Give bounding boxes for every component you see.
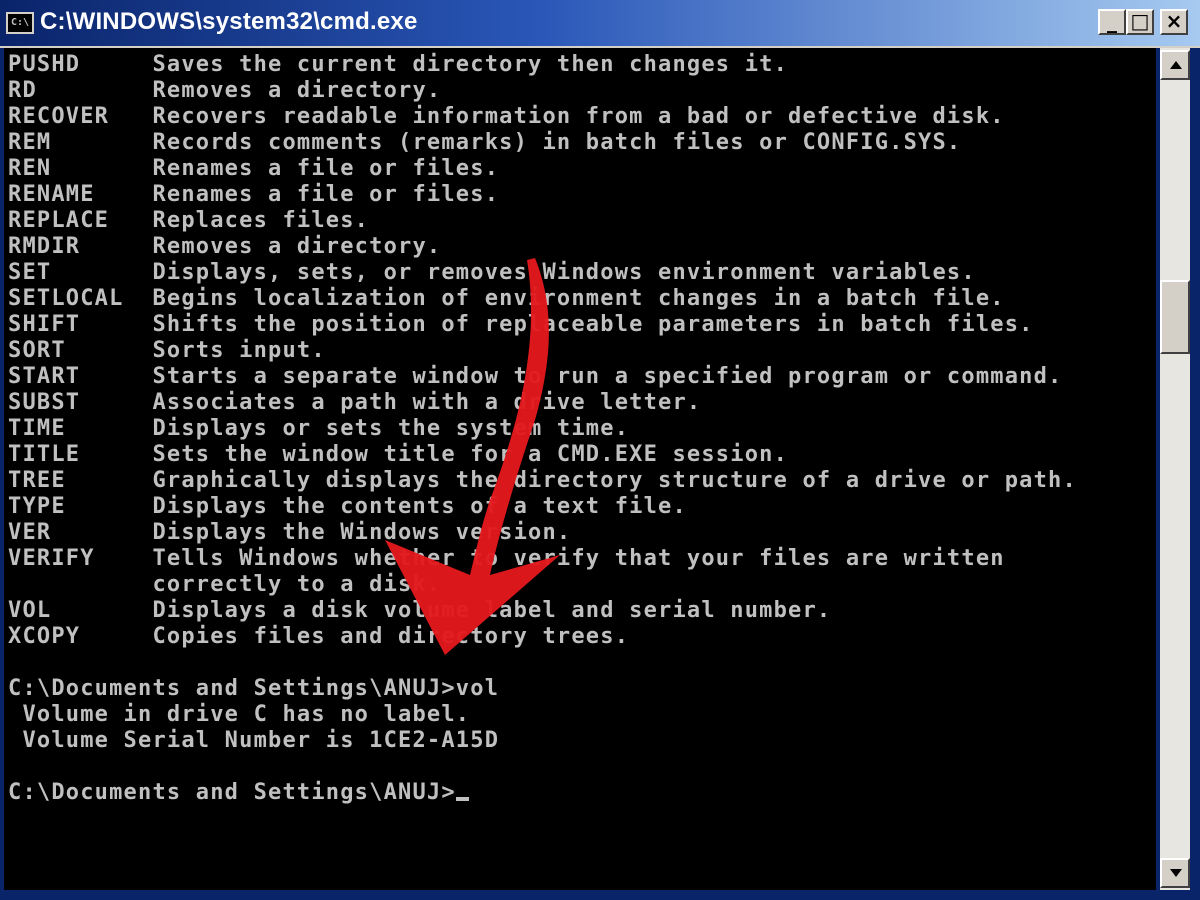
console-line: C:\Documents and Settings\ANUJ>vol: [8, 676, 500, 701]
scroll-down-arrow-icon: [1170, 869, 1182, 877]
console-line: PUSHD Saves the current directory then c…: [8, 52, 789, 77]
console-line: SORT Sorts input.: [8, 338, 326, 363]
console-line: TITLE Sets the window title for a CMD.EX…: [8, 442, 789, 467]
console-line: SUBST Associates a path with a drive let…: [8, 390, 702, 415]
console-line: RENAME Renames a file or files.: [8, 182, 500, 207]
console-line: TYPE Displays the contents of a text fil…: [8, 494, 687, 519]
scroll-up-arrow-icon: [1170, 61, 1182, 69]
console-line: START Starts a separate window to run a …: [8, 364, 1063, 389]
minimize-button[interactable]: _: [1098, 9, 1126, 35]
text-cursor: [455, 797, 469, 801]
console-line: VERIFY Tells Windows whether to verify t…: [8, 546, 1005, 571]
console-line: TIME Displays or sets the system time.: [8, 416, 630, 441]
console-line: RMDIR Removes a directory.: [8, 234, 442, 259]
console-line: REN Renames a file or files.: [8, 156, 500, 181]
cmd-window: C:\ C:\WINDOWS\system32\cmd.exe _ □ × PU…: [0, 0, 1200, 900]
console-line: RD Removes a directory.: [8, 78, 442, 103]
console-line: TREE Graphically displays the directory …: [8, 468, 1077, 493]
console-line: Volume Serial Number is 1CE2-A15D: [8, 728, 500, 753]
title-bar[interactable]: C:\ C:\WINDOWS\system32\cmd.exe _ □ ×: [0, 0, 1200, 48]
scroll-up-button[interactable]: [1160, 50, 1190, 80]
window-title: C:\WINDOWS\system32\cmd.exe: [40, 8, 418, 35]
console-output[interactable]: PUSHD Saves the current directory then c…: [4, 48, 1156, 890]
console-line: REM Records comments (remarks) in batch …: [8, 130, 962, 155]
console-line: correctly to a disk.: [8, 572, 442, 597]
console-line: RECOVER Recovers readable information fr…: [8, 104, 1005, 129]
maximize-button[interactable]: □: [1126, 9, 1154, 35]
console-line: Volume in drive C has no label.: [8, 702, 471, 727]
command-prompt[interactable]: C:\Documents and Settings\ANUJ>: [8, 780, 1077, 806]
vertical-scrollbar[interactable]: [1160, 48, 1190, 890]
console-line: SET Displays, sets, or removes Windows e…: [8, 260, 976, 285]
console-line: VOL Displays a disk volume label and ser…: [8, 598, 832, 623]
console-line: REPLACE Replaces files.: [8, 208, 370, 233]
console-text: PUSHD Saves the current directory then c…: [8, 52, 1077, 806]
prompt-text: C:\Documents and Settings\ANUJ>: [8, 780, 456, 805]
console-line: SETLOCAL Begins localization of environm…: [8, 286, 1005, 311]
console-line: VER Displays the Windows version.: [8, 520, 572, 545]
console-line: XCOPY Copies files and directory trees.: [8, 624, 630, 649]
close-button[interactable]: ×: [1160, 9, 1188, 35]
scroll-down-button[interactable]: [1160, 858, 1190, 888]
scrollbar-thumb[interactable]: [1160, 280, 1190, 354]
cmd-app-icon[interactable]: C:\: [6, 12, 34, 34]
console-line: SHIFT Shifts the position of replaceable…: [8, 312, 1034, 337]
